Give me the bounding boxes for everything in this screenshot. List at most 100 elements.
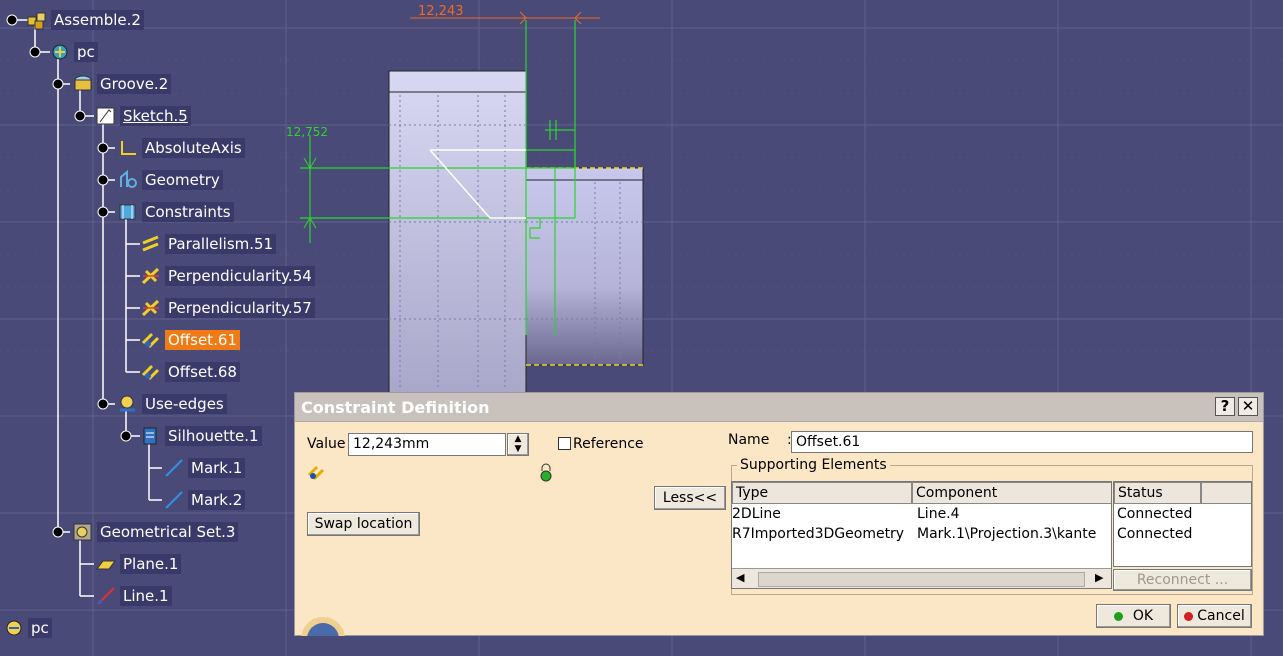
dialog-title: Constraint Definition <box>301 397 490 417</box>
tree-item-geometrical-set[interactable]: Geometrical Set.3 <box>72 519 239 545</box>
tree-label: pc <box>28 618 52 638</box>
sketch-icon <box>96 107 115 125</box>
dialog-title-bar[interactable]: Constraint Definition <box>295 393 1263 422</box>
specification-tree: Assemble.2 pc Groove.2 Sketch.5 Absolute… <box>0 0 315 656</box>
dimension-horizontal: 12,243 <box>418 4 464 19</box>
tree-label: Geometry <box>142 170 223 190</box>
tree-label: Line.1 <box>120 586 172 606</box>
tree-item-pc-root[interactable]: pc <box>3 615 52 641</box>
plane-icon <box>96 560 116 570</box>
constraints-icon <box>119 204 136 220</box>
tree-item-perpendicularity-57[interactable]: Perpendicularity.57 <box>140 295 315 321</box>
column-header-status[interactable]: Status <box>1114 482 1201 504</box>
perpendicularity-icon <box>141 267 160 285</box>
cell-type: R7Imported3DGeometry <box>732 526 905 542</box>
constraint-type-icon <box>307 465 325 481</box>
part-body-right <box>525 167 644 366</box>
tree-label: pc <box>74 42 98 62</box>
part-icon <box>52 44 68 60</box>
value-label: Value <box>307 436 346 452</box>
axis-icon <box>121 141 136 155</box>
geometrical-set-icon <box>73 523 92 541</box>
parallelism-icon <box>142 235 159 252</box>
tree-label: Geometrical Set.3 <box>97 522 239 542</box>
tree-item-perpendicularity-54[interactable]: Perpendicularity.54 <box>140 263 315 289</box>
lock-icon <box>540 463 552 482</box>
groove-icon <box>74 75 92 91</box>
scroll-left-icon[interactable]: ◀ <box>736 571 744 584</box>
close-button[interactable]: ✕ <box>1238 397 1258 416</box>
tree-item-absoluteaxis[interactable]: AbsoluteAxis <box>117 135 245 161</box>
tree-label: Parallelism.51 <box>165 234 277 254</box>
tree-item-sketch[interactable]: Sketch.5 <box>95 103 191 129</box>
tree-item-assemble[interactable]: Assemble.2 <box>26 7 144 33</box>
line-icon <box>97 587 115 605</box>
name-label: Name <box>728 432 770 448</box>
reference-label: Reference <box>573 436 644 452</box>
mark-line-icon <box>165 491 183 509</box>
scroll-right-icon[interactable]: ▶ <box>1095 571 1103 584</box>
tree-item-use-edges[interactable]: Use-edges <box>117 391 227 417</box>
ok-button[interactable]: OK <box>1096 604 1171 628</box>
perpendicularity-icon <box>141 299 160 317</box>
cell-status: Connected <box>1117 526 1193 542</box>
supporting-elements-table[interactable]: Type Component 2DLine Line.4 R7Imported3… <box>731 481 1112 589</box>
horizontal-scrollbar[interactable]: ◀ ▶ <box>732 568 1111 588</box>
tree-label: Sketch.5 <box>120 106 191 126</box>
cancel-label: Cancel <box>1197 608 1245 624</box>
cell-status: Connected <box>1117 506 1193 522</box>
tree-item-offset-61[interactable]: Offset.61 <box>140 327 240 353</box>
compass-corner-icon <box>301 617 345 636</box>
tree-item-silhouette[interactable]: Silhouette.1 <box>140 423 262 449</box>
cancel-button[interactable]: Cancel <box>1177 604 1252 628</box>
reference-checkbox[interactable] <box>558 437 571 450</box>
part-icon <box>6 620 22 636</box>
swap-location-button[interactable]: Swap location <box>307 512 420 536</box>
tree-item-mark-1[interactable]: Mark.1 <box>163 455 246 481</box>
tree-item-parallelism[interactable]: Parallelism.51 <box>140 231 277 257</box>
mark-line-icon <box>165 459 183 477</box>
use-edges-icon <box>120 395 135 412</box>
tree-item-groove[interactable]: Groove.2 <box>72 71 172 97</box>
tree-label: Offset.61 <box>165 330 240 350</box>
less-button[interactable]: Less<< <box>654 486 726 510</box>
tree-label: AbsoluteAxis <box>142 138 245 158</box>
tree-label: Perpendicularity.57 <box>165 298 315 318</box>
ok-label: OK <box>1132 608 1154 624</box>
column-header-component[interactable]: Component <box>912 482 1111 504</box>
offset-icon <box>141 332 160 349</box>
geometry-icon <box>120 169 137 188</box>
tree-item-line[interactable]: Line.1 <box>95 583 172 609</box>
assembly-icon <box>27 12 46 30</box>
tree-item-mark-2[interactable]: Mark.2 <box>163 487 246 513</box>
tree-label: Use-edges <box>142 394 227 414</box>
tree-label: Mark.2 <box>188 490 246 510</box>
value-spinner[interactable]: ▲ ▼ <box>507 433 529 456</box>
help-button[interactable]: ? <box>1215 397 1235 416</box>
tree-label: Silhouette.1 <box>165 426 262 446</box>
cell-component: Mark.1\Projection.3\kante <box>917 526 1097 542</box>
cell-type: 2DLine <box>732 506 781 522</box>
cancel-icon <box>1184 611 1194 621</box>
constraint-definition-dialog: Constraint Definition ? ✕ Value 12,243mm… <box>294 392 1264 636</box>
reconnect-button[interactable]: Reconnect ... <box>1113 569 1252 591</box>
cell-component: Line.4 <box>917 506 960 522</box>
value-input[interactable]: 12,243mm <box>348 433 506 456</box>
offset-icon <box>141 364 160 381</box>
supporting-elements-label: Supporting Elements <box>737 457 890 473</box>
tree-label: Assemble.2 <box>51 10 144 30</box>
ok-icon <box>1113 611 1123 621</box>
scrollbar-thumb[interactable] <box>758 572 1085 587</box>
tree-label: Mark.1 <box>188 458 246 478</box>
status-table[interactable]: Status Connected Connected <box>1113 481 1252 567</box>
column-header-type[interactable]: Type <box>732 482 912 504</box>
name-input[interactable]: Offset.61 <box>791 431 1253 453</box>
silhouette-icon <box>143 427 157 445</box>
tree-item-constraints[interactable]: Constraints <box>117 199 234 225</box>
tree-item-plane[interactable]: Plane.1 <box>95 551 182 577</box>
tree-item-offset-68[interactable]: Offset.68 <box>140 359 240 385</box>
tree-label: Constraints <box>142 202 234 222</box>
tree-label: Groove.2 <box>97 74 172 94</box>
tree-item-geometry[interactable]: Geometry <box>117 167 223 193</box>
tree-item-pc[interactable]: pc <box>49 39 98 65</box>
